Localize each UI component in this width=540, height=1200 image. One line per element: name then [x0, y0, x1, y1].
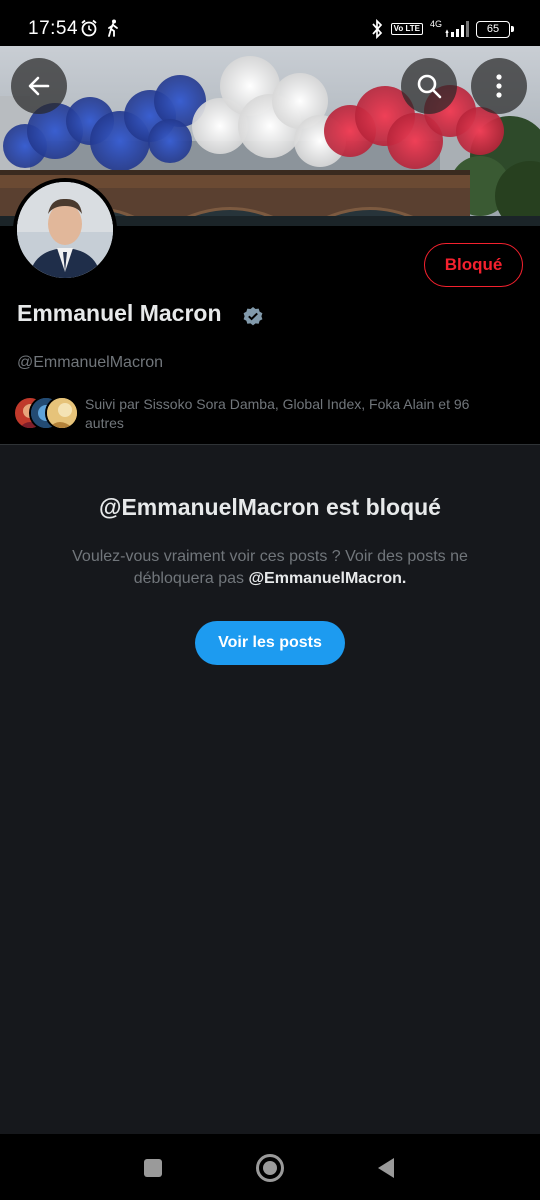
blocked-button[interactable]: Bloqué	[424, 243, 523, 287]
blocked-description: Voulez-vous vraiment voir ces posts ? Vo…	[50, 546, 490, 590]
alarm-icon	[81, 19, 97, 37]
search-button[interactable]	[401, 58, 457, 114]
followed-by-text[interactable]: Suivi par Sissoko Sora Damba, Global Ind…	[85, 395, 505, 433]
verified-badge-icon	[243, 307, 263, 326]
system-nav-bar	[0, 1134, 540, 1200]
follower-avatar	[45, 396, 79, 430]
profile-handle: @EmmanuelMacron	[17, 354, 164, 371]
status-bar: 17:54 Vo LTE 4G 65	[0, 0, 540, 46]
walking-icon	[108, 19, 118, 37]
network-type: 4G	[429, 19, 442, 29]
signal-icon	[445, 21, 469, 37]
more-options-button[interactable]	[471, 58, 527, 114]
battery-indicator: 65	[476, 20, 514, 38]
bluetooth-icon	[371, 19, 382, 39]
back-triangle-icon[interactable]	[376, 1157, 396, 1179]
blocked-title: @EmmanuelMacron est bloqué	[99, 494, 441, 520]
more-vertical-icon	[496, 74, 502, 98]
home-button[interactable]	[256, 1154, 284, 1182]
view-posts-button[interactable]: Voir les posts	[195, 621, 345, 665]
volte-badge: Vo LTE	[390, 23, 423, 35]
recent-apps-button[interactable]	[144, 1159, 162, 1177]
blocked-description-handle: @EmmanuelMacron.	[248, 570, 407, 587]
display-name: Emmanuel Macron	[17, 300, 222, 326]
arrow-left-icon	[28, 76, 50, 96]
avatar[interactable]	[13, 178, 117, 282]
back-button[interactable]	[11, 58, 67, 114]
status-time: 17:54	[28, 18, 79, 39]
followers-avatars[interactable]	[13, 396, 79, 430]
avatar-image	[17, 182, 113, 278]
search-icon	[417, 74, 442, 99]
